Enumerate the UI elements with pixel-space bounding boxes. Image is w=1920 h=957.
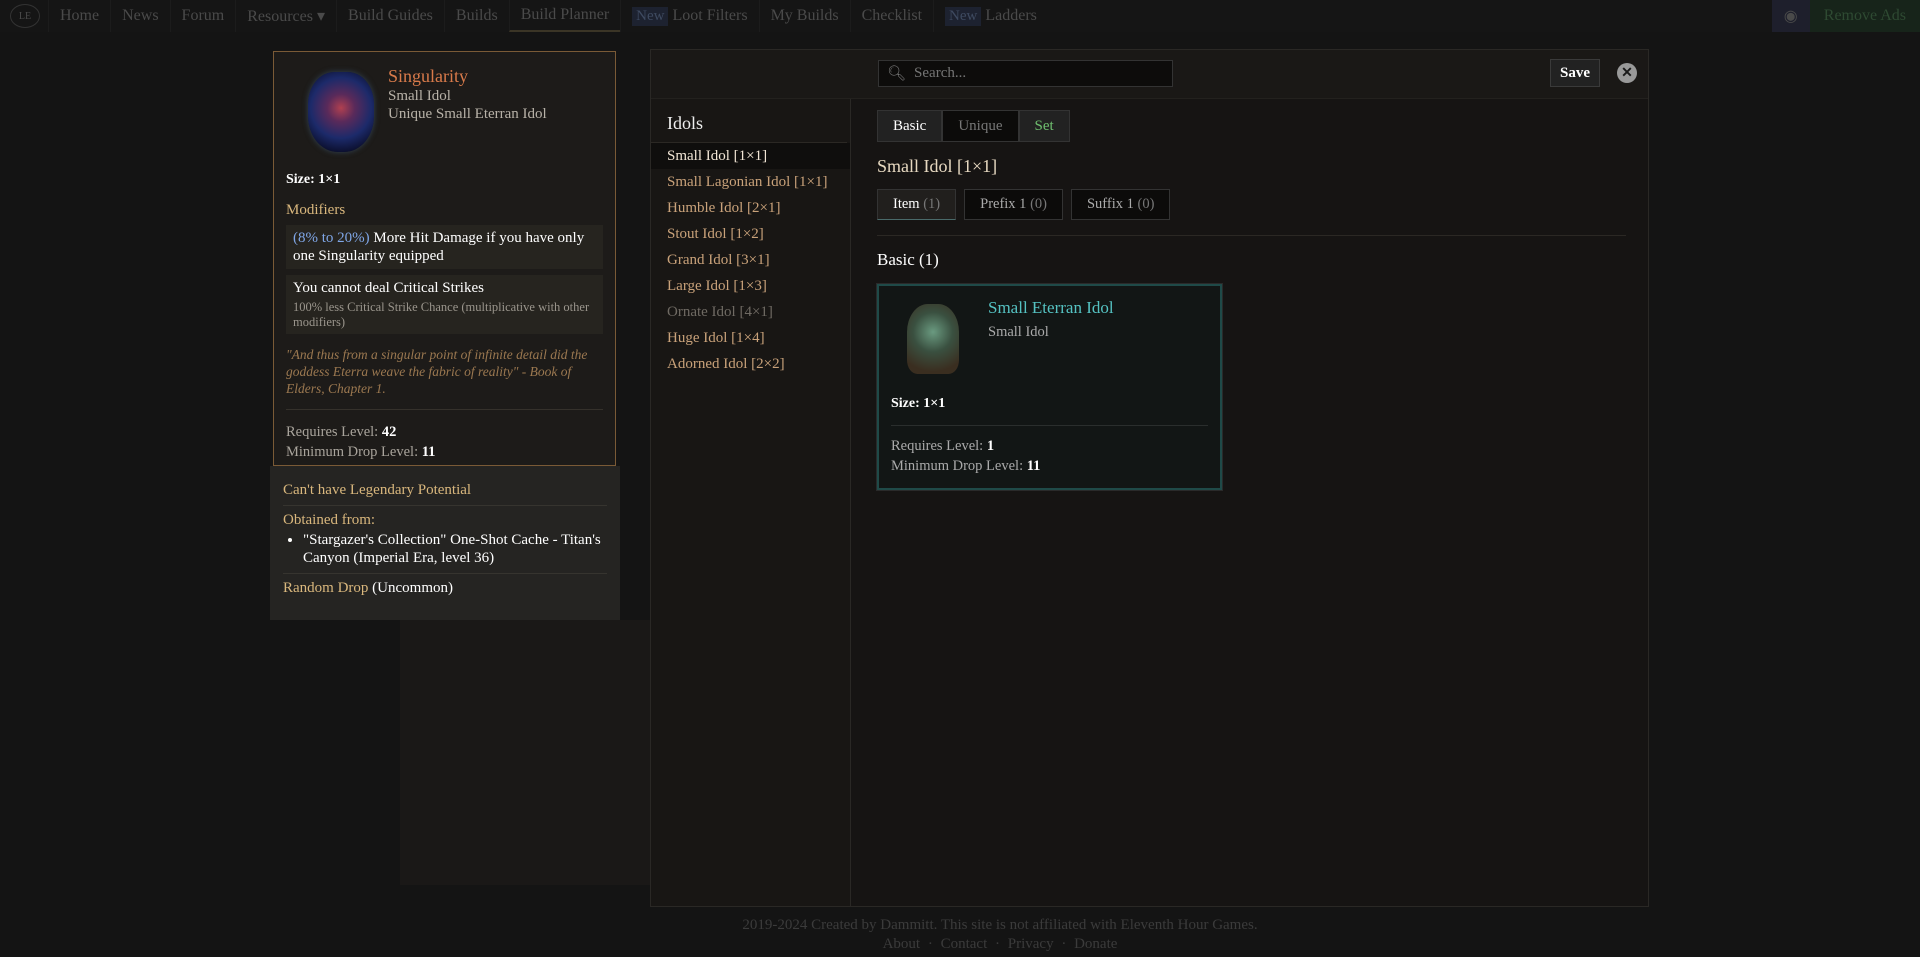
footer-about[interactable]: About bbox=[883, 936, 921, 952]
card-size: Size: 1×1 bbox=[891, 396, 946, 411]
footer: 2019-2024 Created by Dammitt. This site … bbox=[650, 916, 1350, 954]
drop-type: Random Drop bbox=[283, 580, 369, 596]
nav-loot-filters[interactable]: New Loot Filters bbox=[620, 0, 758, 32]
range-max: 20% bbox=[337, 230, 365, 246]
footer-text: 2019-2024 Created by Dammitt. This site … bbox=[742, 917, 1258, 933]
sidebar-item[interactable]: Stout Idol [1×2] bbox=[651, 221, 850, 247]
save-button[interactable]: Save bbox=[1550, 59, 1600, 87]
sidebar-item[interactable]: Ornate Idol [4×1] bbox=[651, 299, 850, 325]
top-nav: LE Home News Forum Resources ▾ Build Gui… bbox=[0, 0, 1920, 32]
obtained-label: Obtained from: bbox=[283, 512, 376, 528]
modifier: (8% to 20%) More Hit Damage if you have … bbox=[286, 225, 603, 269]
nav-news[interactable]: News bbox=[110, 0, 169, 32]
tab-basic[interactable]: Basic bbox=[877, 110, 943, 142]
item-tooltip: Singularity Small Idol Unique Small Eter… bbox=[273, 51, 616, 466]
req-label: Requires Level: bbox=[891, 438, 987, 454]
req-value: 1 bbox=[986, 438, 995, 454]
item-size: Size: 1×1 bbox=[286, 172, 341, 187]
card-name: Small Eterran Idol bbox=[988, 298, 1114, 317]
drop-value: 11 bbox=[421, 444, 436, 460]
nav-checklist[interactable]: Checklist bbox=[849, 0, 933, 32]
nav-my-builds[interactable]: My Builds bbox=[758, 0, 850, 32]
nav-forum[interactable]: Forum bbox=[169, 0, 236, 32]
card-type: Small Idol bbox=[988, 324, 1049, 340]
divider bbox=[877, 235, 1626, 236]
range-to: to bbox=[318, 230, 338, 246]
close-icon[interactable]: ✕ bbox=[1617, 63, 1637, 83]
modifier: You cannot deal Critical Strikes 100% les… bbox=[286, 275, 603, 334]
sidebar-item[interactable]: Large Idol [1×3] bbox=[651, 273, 850, 299]
divider bbox=[891, 425, 1208, 426]
tab-prefix[interactable]: Prefix 1 (0) bbox=[964, 189, 1063, 220]
item-card[interactable]: Small Eterran Idol Small Idol Size: 1×1 … bbox=[876, 283, 1223, 491]
req-value: 42 bbox=[381, 424, 397, 440]
tab-label: Item bbox=[893, 196, 920, 212]
item-extra-info: Can't have Legendary Potential Obtained … bbox=[270, 466, 620, 620]
background-panel bbox=[400, 620, 650, 885]
req-label: Requires Level: bbox=[286, 424, 382, 440]
tab-count: (1) bbox=[923, 196, 941, 212]
modifier-detail: 100% less Critical Strike Chance (multip… bbox=[293, 300, 590, 329]
footer-contact[interactable]: Contact bbox=[941, 936, 988, 952]
sidebar-item[interactable]: Adorned Idol [2×2] bbox=[651, 351, 850, 377]
discord-icon[interactable]: ◉ bbox=[1771, 0, 1810, 32]
requirements: Requires Level: 42 Minimum Drop Level: 1… bbox=[286, 422, 603, 462]
item-type: Small Idol bbox=[388, 88, 451, 104]
sidebar-title: Idols bbox=[651, 99, 847, 143]
tab-item[interactable]: Item (1) bbox=[877, 189, 957, 220]
nav-label: Ladders bbox=[985, 7, 1037, 24]
idol-sidebar: Idols Small Idol [1×1] Small Lagonian Id… bbox=[651, 99, 851, 906]
drop-rarity: (Uncommon) bbox=[368, 580, 453, 596]
singularity-idol-icon bbox=[308, 72, 374, 152]
sidebar-item[interactable]: Small Idol [1×1] bbox=[651, 143, 850, 169]
search-icon: 🔍︎ bbox=[887, 66, 907, 82]
drop-label: Minimum Drop Level: bbox=[286, 444, 422, 460]
eterran-idol-icon bbox=[907, 304, 959, 374]
site-logo[interactable]: LE bbox=[10, 4, 40, 28]
remove-ads-button[interactable]: Remove Ads bbox=[1809, 0, 1920, 32]
legendary-note: Can't have Legendary Potential bbox=[283, 476, 607, 506]
tab-count: (0) bbox=[1030, 196, 1047, 212]
source-item: "Stargazer's Collection" One-Shot Cache … bbox=[303, 531, 607, 567]
tab-set[interactable]: Set bbox=[1018, 110, 1070, 142]
search-input[interactable] bbox=[914, 65, 1165, 82]
tab-suffix[interactable]: Suffix 1 (0) bbox=[1070, 189, 1171, 220]
nav-label: Loot Filters bbox=[672, 7, 748, 24]
main-content: Basic Unique Set Small Idol [1×1] Item (… bbox=[876, 99, 1626, 491]
nav-builds[interactable]: Builds bbox=[443, 0, 509, 32]
lore-text: "And thus from a singular point of infin… bbox=[286, 346, 603, 410]
tab-unique[interactable]: Unique bbox=[942, 110, 1019, 142]
new-badge: New bbox=[632, 6, 669, 26]
card-requirements: Requires Level: 1 Minimum Drop Level: 11 bbox=[891, 436, 1040, 476]
sidebar-item[interactable]: Grand Idol [3×1] bbox=[651, 247, 850, 273]
modifier-text: You cannot deal Critical Strikes bbox=[293, 280, 484, 296]
nav-build-guides[interactable]: Build Guides bbox=[336, 0, 444, 32]
search-box[interactable]: 🔍︎ bbox=[878, 60, 1173, 87]
section-title: Small Idol [1×1] bbox=[877, 156, 998, 176]
nav-ladders[interactable]: New Ladders bbox=[933, 0, 1048, 32]
drop-value: 11 bbox=[1026, 458, 1041, 474]
tab-label: Prefix 1 bbox=[980, 196, 1027, 212]
sidebar-item[interactable]: Humble Idol [2×1] bbox=[651, 195, 850, 221]
item-subtype: Unique Small Eterran Idol bbox=[388, 106, 547, 122]
new-badge: New bbox=[945, 6, 982, 26]
drop-label: Minimum Drop Level: bbox=[891, 458, 1027, 474]
footer-donate[interactable]: Donate bbox=[1074, 936, 1117, 952]
nav-resources[interactable]: Resources ▾ bbox=[235, 0, 336, 32]
nav-build-planner[interactable]: Build Planner bbox=[508, 0, 621, 32]
tab-label: Suffix 1 bbox=[1086, 196, 1134, 212]
sidebar-item[interactable]: Huge Idol [1×4] bbox=[651, 325, 850, 351]
modifiers-label: Modifiers bbox=[286, 202, 346, 218]
group-title: Basic (1) bbox=[877, 250, 939, 269]
range-min: 8% bbox=[298, 230, 318, 246]
tab-count: (0) bbox=[1137, 196, 1155, 212]
item-picker-modal: 🔍︎ Save ✕ Idols Small Idol [1×1] Small L… bbox=[650, 49, 1649, 907]
nav-home[interactable]: Home bbox=[48, 0, 110, 32]
footer-privacy[interactable]: Privacy bbox=[1008, 936, 1054, 952]
sidebar-item[interactable]: Small Lagonian Idol [1×1] bbox=[651, 169, 850, 195]
item-name: Singularity bbox=[388, 66, 468, 86]
